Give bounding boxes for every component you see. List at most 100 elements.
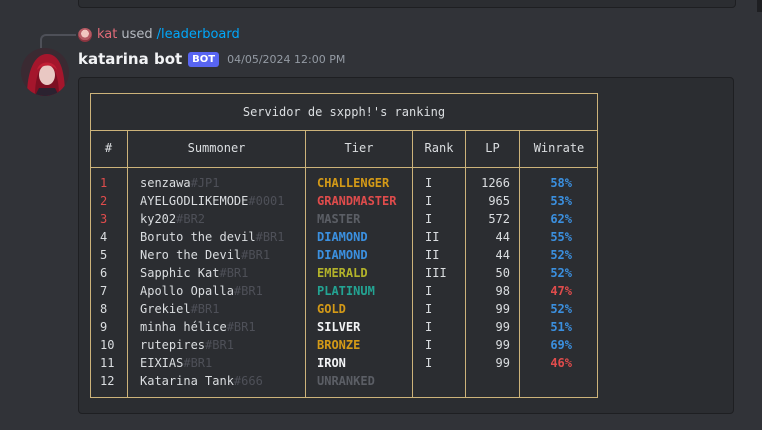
summoner-tag: #JP1 bbox=[190, 176, 220, 190]
summoner-tag: #BR2 bbox=[176, 212, 206, 226]
summoner-tag: #BR1 bbox=[205, 338, 234, 352]
summoner-name: EIXIAS bbox=[140, 356, 184, 370]
winrate-cell: 52% bbox=[550, 248, 572, 262]
code-block: Servidor de sxpph!'s ranking # Summoner … bbox=[78, 77, 734, 414]
header-lp: LP bbox=[485, 141, 500, 155]
rank-position: 2 bbox=[100, 194, 108, 208]
lp-cell bbox=[466, 372, 510, 390]
used-label: used bbox=[121, 27, 153, 42]
rank-position: 8 bbox=[100, 302, 108, 316]
summoner-tag: #BR1 bbox=[241, 248, 271, 262]
lp-cell: 572 bbox=[488, 212, 510, 226]
winrate-cell: 69% bbox=[550, 338, 572, 352]
previous-message-embed bbox=[78, 0, 736, 8]
table-title: Servidor de sxpph!'s ranking bbox=[242, 105, 446, 119]
winrate-cell: 51% bbox=[550, 320, 572, 334]
tier-cell: BRONZE bbox=[317, 338, 361, 352]
tier-cell: PLATINUM bbox=[317, 284, 375, 298]
winrate-cell: 47% bbox=[550, 284, 572, 298]
bot-badge: BOT bbox=[188, 51, 220, 67]
tier-cell: UNRANKED bbox=[317, 374, 375, 388]
header-num: # bbox=[104, 141, 113, 155]
rank-position: 5 bbox=[100, 248, 108, 262]
rank-cell: II bbox=[425, 230, 440, 244]
rank-cell: I bbox=[425, 302, 433, 316]
tier-cell: EMERALD bbox=[317, 266, 368, 280]
lp-cell: 99 bbox=[495, 320, 510, 334]
tier-cell: SILVER bbox=[317, 320, 361, 334]
summoner-name: Sapphic Kat bbox=[140, 266, 220, 280]
summoner-tag: #BR1 bbox=[226, 320, 256, 334]
tier-cell: MASTER bbox=[317, 212, 361, 226]
lp-cell: 98 bbox=[495, 284, 510, 298]
summoner-cell: minha hélice#BR1 bbox=[140, 318, 305, 336]
lp-cell: 44 bbox=[495, 230, 510, 244]
rank-position: 4 bbox=[100, 230, 108, 244]
rank-cell: II bbox=[425, 248, 440, 262]
header-summoner: Summoner bbox=[187, 141, 246, 155]
summoner-name: minha hélice bbox=[140, 320, 227, 334]
header-winrate: Winrate bbox=[533, 141, 585, 155]
scrollbar-track[interactable] bbox=[757, 0, 762, 12]
summoner-cell: Sapphic Kat#BR1 bbox=[140, 264, 305, 282]
summoner-name: senzawa bbox=[140, 176, 191, 190]
author-name[interactable]: katarina bot bbox=[78, 50, 182, 68]
rank-cell: I bbox=[425, 320, 433, 334]
tier-cell: GRANDMASTER bbox=[317, 194, 397, 208]
summoner-name: AYELGODLIKEMODE bbox=[140, 194, 249, 208]
invoker-avatar[interactable] bbox=[78, 28, 92, 42]
summoner-name: Nero the Devil bbox=[140, 248, 242, 262]
reply-spine bbox=[40, 34, 76, 48]
summoner-name: ky202 bbox=[140, 212, 177, 226]
rank-cell: I bbox=[425, 338, 433, 352]
rank-cell: I bbox=[425, 356, 433, 370]
lp-cell: 50 bbox=[495, 266, 510, 280]
summoner-cell: ky202#BR2 bbox=[140, 210, 305, 228]
tier-cell: GOLD bbox=[317, 302, 346, 316]
winrate-cell: 52% bbox=[550, 266, 572, 280]
summoner-tag: #BR1 bbox=[190, 302, 220, 316]
rank-cell: I bbox=[425, 284, 433, 298]
lp-cell: 99 bbox=[495, 338, 510, 352]
winrate-cell: 52% bbox=[550, 302, 572, 316]
tier-cell: IRON bbox=[317, 356, 346, 370]
invoker-username[interactable]: kat bbox=[97, 27, 117, 43]
rank-position: 12 bbox=[100, 374, 115, 388]
summoner-cell: rutepires#BR1 bbox=[140, 336, 305, 354]
summoner-name: Katarina Tank bbox=[140, 374, 234, 388]
header-tier: Tier bbox=[344, 141, 374, 155]
rank-cell: I bbox=[425, 176, 433, 190]
summoner-cell: AYELGODLIKEMODE#0001 bbox=[140, 192, 305, 210]
leaderboard-table: Servidor de sxpph!'s ranking # Summoner … bbox=[90, 93, 598, 398]
winrate-cell: 62% bbox=[550, 212, 572, 226]
summoner-cell: Boruto the devil#BR1 bbox=[140, 228, 305, 246]
message-timestamp[interactable]: 04/05/2024 12:00 PM bbox=[227, 53, 345, 66]
summoner-tag: #BR1 bbox=[219, 266, 249, 280]
rank-cell bbox=[425, 372, 465, 390]
bot-avatar[interactable] bbox=[21, 48, 69, 96]
winrate-cell bbox=[520, 372, 572, 390]
winrate-cell: 58% bbox=[550, 176, 572, 190]
summoner-tag: #BR1 bbox=[233, 284, 263, 298]
tier-cell: CHALLENGER bbox=[317, 176, 390, 190]
rank-position: 11 bbox=[100, 356, 115, 370]
summoner-name: Grekiel bbox=[140, 302, 191, 316]
summoner-cell: EIXIAS#BR1 bbox=[140, 354, 305, 372]
winrate-cell: 53% bbox=[550, 194, 572, 208]
tier-cell: DIAMOND bbox=[317, 230, 368, 244]
rank-position: 1 bbox=[100, 176, 108, 190]
lp-cell: 99 bbox=[495, 356, 510, 370]
interaction-reference[interactable]: kat used /leaderboard bbox=[78, 27, 240, 43]
slash-command[interactable]: /leaderboard bbox=[157, 27, 240, 43]
header-rank: Rank bbox=[424, 141, 454, 155]
rank-position: 3 bbox=[100, 212, 108, 226]
rank-cell: III bbox=[425, 266, 447, 280]
summoner-name: rutepires bbox=[140, 338, 206, 352]
summoner-tag: #BR1 bbox=[255, 230, 285, 244]
summoner-name: Boruto the devil bbox=[140, 230, 256, 244]
winrate-cell: 55% bbox=[550, 230, 572, 244]
rank-position: 6 bbox=[100, 266, 108, 280]
rank-position: 7 bbox=[100, 284, 108, 298]
winrate-cell: 46% bbox=[550, 356, 572, 370]
rank-cell: I bbox=[425, 212, 433, 226]
